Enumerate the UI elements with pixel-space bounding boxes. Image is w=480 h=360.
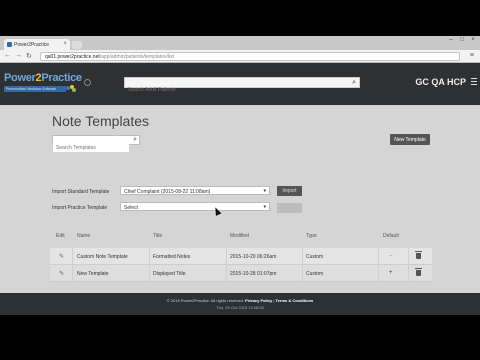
app-header: Power2Practice Personalized Medicine Sof… xyxy=(0,63,480,105)
column-header-edit: Edit xyxy=(56,233,65,239)
column-divider xyxy=(378,248,379,265)
import-button[interactable]: Import xyxy=(277,186,302,196)
home-icon[interactable] xyxy=(84,79,91,86)
browser-menu-icon[interactable]: ≡ xyxy=(470,52,474,59)
table-row[interactable]: ✎ New Template Displayed Title 2015-10-2… xyxy=(50,265,432,282)
column-divider xyxy=(408,265,409,282)
url-host: qa01.power2practice.net xyxy=(45,54,100,60)
template-search: ⌕ xyxy=(52,135,140,152)
forward-icon[interactable]: → xyxy=(15,52,22,59)
column-divider xyxy=(302,265,303,282)
patient-search-input[interactable] xyxy=(125,85,345,95)
edit-icon[interactable]: ✎ xyxy=(59,270,64,277)
template-title: Formatted Notes xyxy=(153,254,191,260)
default-indicator[interactable]: – xyxy=(389,253,392,259)
page-title: Note Templates xyxy=(52,113,150,129)
import-practice-label: Import Practice Template xyxy=(52,205,108,211)
privacy-policy-link[interactable]: Privacy Policy xyxy=(245,298,272,303)
logo-text-c: Practice xyxy=(41,72,82,84)
edit-icon[interactable]: ✎ xyxy=(59,253,64,260)
template-type: Custom xyxy=(306,254,324,260)
footer-divider: | xyxy=(273,298,275,303)
chevron-down-icon: ▾ xyxy=(263,204,266,210)
table-row[interactable]: ✎ Custom Note Template Formatted Notes 2… xyxy=(50,248,432,265)
column-divider xyxy=(408,248,409,265)
power2practice-logo[interactable]: Power2Practice Personalized Medicine Sof… xyxy=(4,72,82,94)
footer-links: © 2015 Power2Practice. All rights reserv… xyxy=(0,293,480,303)
column-header-type[interactable]: Type xyxy=(306,233,317,239)
column-divider xyxy=(149,265,150,282)
page-footer: © 2015 Power2Practice. All rights reserv… xyxy=(0,293,480,315)
copyright-text: © 2015 Power2Practice. All rights reserv… xyxy=(166,298,244,303)
terms-link[interactable]: Terms & Conditions xyxy=(276,298,314,303)
user-name[interactable]: GC QA HCP xyxy=(415,77,466,87)
logo-text-a: Power xyxy=(4,72,36,84)
column-header-default: Default xyxy=(383,233,399,239)
trash-icon[interactable] xyxy=(415,268,422,276)
browser-window: Power2Practice × – □ × ← → ↻ qa01.power2… xyxy=(0,36,480,315)
close-tab-icon[interactable]: × xyxy=(63,41,67,47)
templates-table: ✎ Custom Note Template Formatted Notes 2… xyxy=(50,248,432,282)
column-divider xyxy=(226,248,227,265)
template-type: Custom xyxy=(306,271,324,277)
import-practice-button[interactable] xyxy=(277,203,302,213)
template-name[interactable]: New Template xyxy=(77,271,109,277)
maximize-icon[interactable]: □ xyxy=(457,37,467,45)
column-divider xyxy=(302,248,303,265)
search-icon[interactable]: ⌕ xyxy=(133,136,137,144)
column-header-title[interactable]: Title xyxy=(153,233,162,239)
logo-tagline: Personalized Medicine Software xyxy=(4,86,66,92)
hamburger-menu-icon[interactable] xyxy=(471,78,477,86)
new-template-button[interactable]: New Template xyxy=(390,134,430,145)
patient-search: ⌕ xyxy=(124,77,360,95)
url-path: /app/admin/patients/templates/list xyxy=(99,54,174,60)
column-divider xyxy=(149,248,150,265)
tab-strip: Power2Practice × – □ × xyxy=(0,36,480,50)
column-header-modified[interactable]: Modified xyxy=(230,233,249,239)
new-tab-button[interactable] xyxy=(72,41,82,49)
column-header-name[interactable]: Name xyxy=(77,233,90,239)
browser-tab[interactable]: Power2Practice × xyxy=(4,39,70,50)
close-window-icon[interactable]: × xyxy=(468,37,478,45)
chevron-down-icon: ▾ xyxy=(263,188,266,194)
template-name[interactable]: Custom Note Template xyxy=(77,254,128,260)
address-bar: ← → ↻ qa01.power2practice.net/app/admin/… xyxy=(0,50,480,63)
import-standard-label: Import Standard Template xyxy=(52,189,110,195)
reload-icon[interactable]: ↻ xyxy=(26,52,32,60)
logo-wordmark: Power2Practice xyxy=(4,72,82,84)
tab-title: Power2Practice xyxy=(14,42,50,48)
practice-template-select[interactable]: Select ▾ xyxy=(120,202,270,211)
table-header: Edit Name Title Modified Type Default xyxy=(0,229,480,243)
url-field[interactable]: qa01.power2practice.net/app/admin/patien… xyxy=(40,52,460,61)
template-modified: 2015-10-20 06:26am xyxy=(230,254,277,260)
column-divider xyxy=(378,265,379,282)
template-title: Displayed Title xyxy=(153,271,186,277)
minimize-icon[interactable]: – xyxy=(446,37,456,45)
template-modified: 2015-10-28 01:07pm xyxy=(230,271,277,277)
practice-template-value: Select xyxy=(124,205,138,211)
search-icon[interactable]: ⌕ xyxy=(352,79,356,87)
column-divider xyxy=(72,265,73,282)
favicon-icon xyxy=(7,42,12,47)
standard-template-select[interactable]: Chief Complaint (2015-08-22 11:08am) ▾ xyxy=(120,186,270,195)
template-search-input[interactable] xyxy=(53,144,129,152)
column-divider xyxy=(226,265,227,282)
back-icon[interactable]: ← xyxy=(4,52,11,59)
trash-icon[interactable] xyxy=(415,251,422,259)
set-default-icon[interactable]: + xyxy=(389,270,393,276)
standard-template-value: Chief Complaint (2015-08-22 11:08am) xyxy=(124,189,211,195)
footer-timestamp: Thu, 29 Oct 2015 13:08:53 xyxy=(216,305,264,310)
column-divider xyxy=(72,248,73,265)
logo-dots-icon xyxy=(66,85,76,92)
